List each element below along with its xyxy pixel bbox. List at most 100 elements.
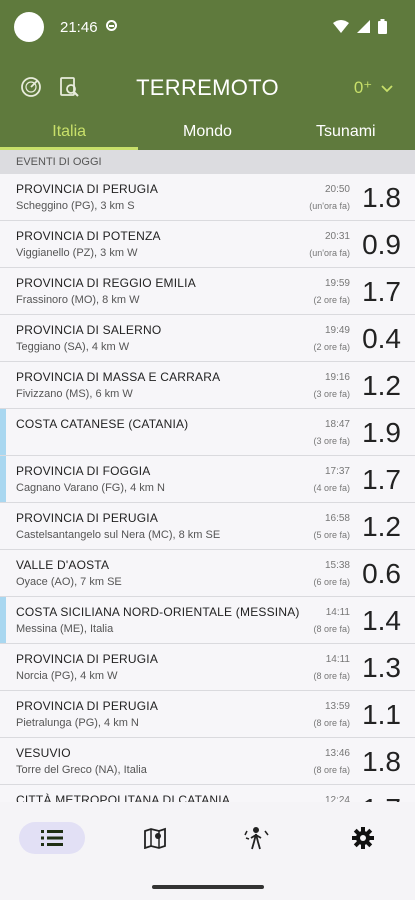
event-location: Messina (ME), Italia xyxy=(16,623,114,635)
highlight-bar xyxy=(0,597,6,643)
event-place: PROVINCIA DI FOGGIA xyxy=(16,464,151,478)
event-magnitude: 1.7 xyxy=(362,276,401,307)
battery-icon xyxy=(378,19,387,34)
nav-map[interactable] xyxy=(122,822,188,854)
event-magnitude: 0.6 xyxy=(362,558,401,589)
tab-italia[interactable]: Italia xyxy=(0,118,139,150)
event-magnitude: 1.3 xyxy=(362,652,401,683)
event-place: PROVINCIA DI POTENZA xyxy=(16,229,161,243)
event-magnitude: 1.7 xyxy=(362,464,401,495)
event-place: PROVINCIA DI PERUGIA xyxy=(16,652,159,666)
event-place: VALLE D'AOSTA xyxy=(16,558,110,572)
event-row[interactable]: PROVINCIA DI PERUGIA Pietralunga (PG), 4 … xyxy=(0,691,415,738)
event-location: Frassinoro (MO), 8 km W xyxy=(16,294,140,306)
event-time: 14:11 xyxy=(325,607,350,618)
event-place: PROVINCIA DI PERUGIA xyxy=(16,511,159,525)
do-not-disturb-icon xyxy=(106,20,117,31)
tab-bar: Italia Mondo Tsunami xyxy=(0,118,415,150)
event-time: 20:31 xyxy=(324,231,350,242)
event-row[interactable]: COSTA CATANESE (CATANIA) 18:47 (3 ore fa) 1… xyxy=(0,409,415,456)
event-place: COSTA CATANESE (CATANIA) xyxy=(16,417,189,431)
nav-settings[interactable] xyxy=(330,822,396,854)
event-time-ago: (4 ore fa) xyxy=(313,483,350,493)
event-time-ago: (3 ore fa) xyxy=(313,389,350,399)
event-row[interactable]: PROVINCIA DI SALERNO Teggiano (SA), 4 km … xyxy=(0,315,415,362)
event-time: 20:50 xyxy=(324,184,350,195)
event-time-ago: (un'ora fa) xyxy=(309,201,350,211)
event-time: 17:37 xyxy=(324,466,350,477)
event-time-ago: (un'ora fa) xyxy=(309,248,350,258)
event-row[interactable]: VALLE D'AOSTA Oyace (AO), 7 km SE 15:38 (6 … xyxy=(0,550,415,597)
event-location: Teggiano (SA), 4 km W xyxy=(16,341,130,353)
tab-mondo[interactable]: Mondo xyxy=(138,118,276,150)
event-place: COSTA SICILIANA NORD-ORIENTALE (MESSINA) xyxy=(16,605,300,619)
person-alert-icon xyxy=(244,827,269,850)
event-row[interactable]: VESUVIO Torre del Greco (NA), Italia 13:46… xyxy=(0,738,415,785)
event-time: 15:38 xyxy=(324,560,350,571)
magnitude-filter-value: 0⁺ xyxy=(353,78,373,97)
event-time-ago: (6 ore fa) xyxy=(313,577,350,587)
highlight-bar xyxy=(0,409,6,455)
status-bar: 21:46 xyxy=(0,0,415,58)
camera-cutout xyxy=(14,12,44,42)
event-magnitude: 1.1 xyxy=(362,699,401,730)
event-row[interactable]: PROVINCIA DI FOGGIA Cagnano Varano (FG), … xyxy=(0,456,415,503)
event-time-ago: (2 ore fa) xyxy=(313,295,350,305)
event-place: VESUVIO xyxy=(16,746,71,760)
event-magnitude: 0.9 xyxy=(362,229,401,260)
cell-signal-icon xyxy=(357,20,370,33)
event-row[interactable]: PROVINCIA DI PERUGIA Norcia (PG), 4 km W 1… xyxy=(0,644,415,691)
chevron-down-icon xyxy=(381,85,393,93)
status-time: 21:46 xyxy=(60,19,98,36)
event-row[interactable]: PROVINCIA DI PERUGIA Castelsantangelo sul… xyxy=(0,503,415,550)
event-row[interactable]: PROVINCIA DI PERUGIA Scheggino (PG), 3 km… xyxy=(0,174,415,221)
event-row[interactable]: CITTÀ METROPOLITANA DI CATANIA 12:24 1.7 xyxy=(0,785,415,802)
event-row[interactable]: PROVINCIA DI REGGIO EMILIA Frassinoro (MO… xyxy=(0,268,415,315)
event-row[interactable]: PROVINCIA DI MASSA E CARRARA Fivizzano (M… xyxy=(0,362,415,409)
event-magnitude: 1.4 xyxy=(362,605,401,636)
page-title: TERREMOTO xyxy=(136,75,279,100)
event-magnitude: 1.8 xyxy=(362,746,401,777)
event-time: 19:49 xyxy=(324,325,350,336)
event-time: 12:24 xyxy=(324,795,350,802)
nav-list[interactable] xyxy=(19,822,85,854)
event-time-ago: (2 ore fa) xyxy=(313,342,350,352)
event-location: Scheggino (PG), 3 km S xyxy=(16,200,135,212)
event-place: PROVINCIA DI REGGIO EMILIA xyxy=(16,276,196,290)
event-location: Pietralunga (PG), 4 km N xyxy=(16,717,139,729)
wifi-icon xyxy=(333,19,349,33)
event-row[interactable]: COSTA SICILIANA NORD-ORIENTALE (MESSINA)… xyxy=(0,597,415,644)
event-place: PROVINCIA DI MASSA E CARRARA xyxy=(16,370,221,384)
event-time: 19:16 xyxy=(324,372,350,383)
event-list[interactable]: PROVINCIA DI PERUGIA Scheggino (PG), 3 km… xyxy=(0,174,415,802)
bottom-navigation xyxy=(0,802,415,900)
app-header: TERREMOTO 0⁺ xyxy=(0,58,415,118)
event-magnitude: 1.7 xyxy=(362,793,401,802)
event-magnitude: 1.8 xyxy=(362,182,401,213)
event-magnitude: 0.4 xyxy=(362,323,401,354)
event-time-ago: (8 ore fa) xyxy=(313,765,350,775)
magnitude-filter-dropdown[interactable]: 0⁺ xyxy=(354,78,393,98)
event-time: 14:11 xyxy=(325,654,350,665)
event-magnitude: 1.9 xyxy=(362,417,401,448)
event-time: 16:58 xyxy=(324,513,350,524)
map-icon xyxy=(144,827,166,849)
event-time-ago: (5 ore fa) xyxy=(313,530,350,540)
event-time: 13:46 xyxy=(324,748,350,759)
nav-alerts[interactable] xyxy=(224,822,290,854)
event-location: Oyace (AO), 7 km SE xyxy=(16,576,122,588)
event-time-ago: (8 ore fa) xyxy=(313,718,350,728)
event-location: Castelsantangelo sul Nera (MC), 8 km SE xyxy=(16,529,221,541)
tab-tsunami[interactable]: Tsunami xyxy=(277,118,415,150)
event-place: PROVINCIA DI SALERNO xyxy=(16,323,162,337)
event-location: Viggianello (PZ), 3 km W xyxy=(16,247,138,259)
section-header: EVENTI DI OGGI xyxy=(0,150,415,174)
event-row[interactable]: PROVINCIA DI POTENZA Viggianello (PZ), 3 … xyxy=(0,221,415,268)
event-time-ago: (8 ore fa) xyxy=(313,624,350,634)
highlight-bar xyxy=(0,456,6,502)
event-location: Cagnano Varano (FG), 4 km N xyxy=(16,482,165,494)
list-icon xyxy=(41,830,63,846)
event-time: 13:59 xyxy=(324,701,350,712)
event-location: Fivizzano (MS), 6 km W xyxy=(16,388,133,400)
event-location: Torre del Greco (NA), Italia xyxy=(16,764,147,776)
